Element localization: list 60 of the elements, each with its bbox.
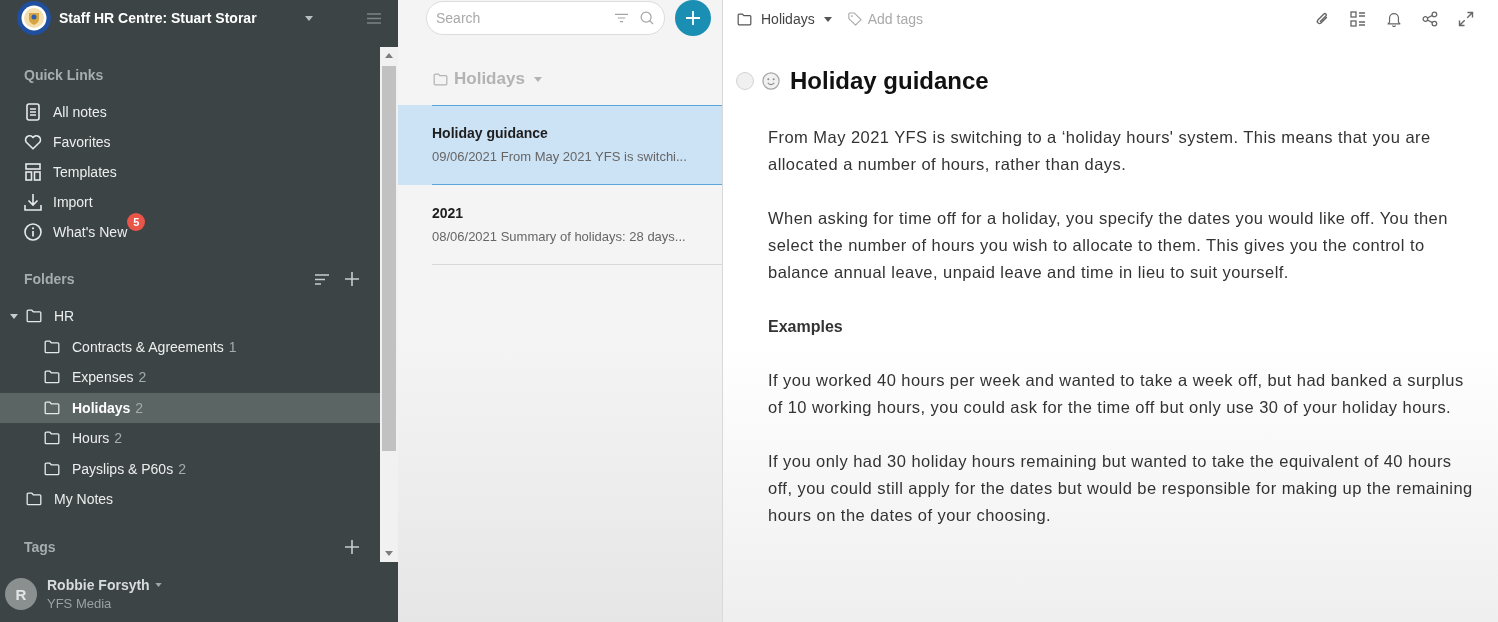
- paperclip-icon[interactable]: [1314, 11, 1330, 27]
- workspace-title: Staff HR Centre: Stuart Storar: [59, 10, 257, 26]
- quick-link-item[interactable]: Favorites: [0, 127, 380, 157]
- note-list-item[interactable]: 2021 08/06/2021 Summary of holidays: 28 days...: [398, 185, 722, 265]
- plus-icon: [686, 11, 700, 25]
- heart-icon: [24, 133, 42, 151]
- organization-name: YFS Media: [47, 596, 113, 612]
- note-title: Holiday guidance: [790, 66, 989, 96]
- plus-icon[interactable]: [345, 539, 359, 554]
- download-icon: [24, 193, 42, 211]
- quick-link-item[interactable]: All notes: [0, 97, 380, 127]
- notification-badge: 5: [127, 213, 146, 231]
- sort-icon[interactable]: [315, 273, 329, 285]
- menu-icon[interactable]: [367, 12, 381, 24]
- smiley-icon[interactable]: [762, 72, 780, 90]
- round-checkbox[interactable]: [736, 72, 754, 90]
- filter-icon[interactable]: [615, 13, 628, 23]
- paragraph: If you worked 40 hours per week and wanted to take a week off, but had banked a surplus of 10 working hours, you could ask for the time off but only use 30 of your holiday hours.: [768, 370, 1465, 418]
- caret-icon[interactable]: [305, 15, 313, 21]
- folder-item[interactable]: Expenses 2: [0, 362, 380, 393]
- new-note-button[interactable]: [675, 0, 711, 36]
- scrollbar[interactable]: [380, 47, 398, 562]
- section-heading: Examples: [768, 317, 844, 337]
- caret-icon[interactable]: [154, 583, 162, 587]
- layout-icon: [24, 163, 42, 181]
- share-icon[interactable]: [1422, 11, 1438, 27]
- info-icon: [24, 223, 42, 241]
- expand-caret-icon[interactable]: [10, 313, 18, 319]
- scroll-down-icon[interactable]: [385, 551, 393, 556]
- paragraph: If you only had 30 holiday hours remaining but wanted to take the equivalent of 40 hours off, you could still apply for the dates but would be responsible for making up the remaining hours on the dates of your choosing.: [768, 451, 1473, 526]
- section-heading: Folders: [24, 271, 75, 287]
- quick-link-item[interactable]: Templates: [0, 157, 380, 187]
- folder-item[interactable]: HR: [0, 301, 380, 332]
- folder-icon: [737, 12, 752, 26]
- expand-icon[interactable]: [1458, 11, 1474, 27]
- note-list-item[interactable]: Holiday guidance 09/06/2021 From May 2021 YFS is switchi...: [398, 105, 722, 185]
- bell-icon[interactable]: [1386, 11, 1402, 27]
- user-name[interactable]: Robbie Forsyth: [47, 576, 150, 594]
- section-heading: Tags: [24, 538, 56, 555]
- checklist-icon[interactable]: [1350, 11, 1366, 27]
- folder-item[interactable]: Hours 2: [0, 423, 380, 454]
- scrollbar-thumb[interactable]: [382, 66, 396, 451]
- caret-icon: [823, 16, 832, 22]
- plus-icon[interactable]: [345, 272, 359, 286]
- folder-item[interactable]: My Notes: [0, 484, 380, 515]
- section-heading: Quick Links: [24, 67, 104, 83]
- scroll-up-icon[interactable]: [385, 53, 393, 58]
- folder-item[interactable]: Payslips & P60s 2: [0, 453, 380, 484]
- search-field[interactable]: Search: [426, 1, 665, 35]
- folder-item[interactable]: Holidays 2: [0, 392, 380, 423]
- search-icon[interactable]: [640, 11, 654, 25]
- paragraph: From May 2021 YFS is switching to a ‘holiday hours' system. This means that you are allocated a number of hours, rather than days.: [768, 127, 1432, 175]
- document-icon: [26, 103, 40, 121]
- tag-icon: [847, 12, 862, 26]
- paragraph: When asking for time off for a holiday, you specify the dates you would like off. You then select the number of hours you wish to allocate to them. This gives you the control to balance annual leave, unpaid leave and time in lieu to suit yourself.: [768, 208, 1449, 283]
- caret-icon: [533, 76, 542, 82]
- folder-dropdown[interactable]: Holidays: [737, 11, 832, 27]
- folder-item[interactable]: Contracts & Agreements 1: [0, 331, 380, 362]
- folder-icon: [433, 72, 448, 86]
- crest-logo: [17, 1, 51, 35]
